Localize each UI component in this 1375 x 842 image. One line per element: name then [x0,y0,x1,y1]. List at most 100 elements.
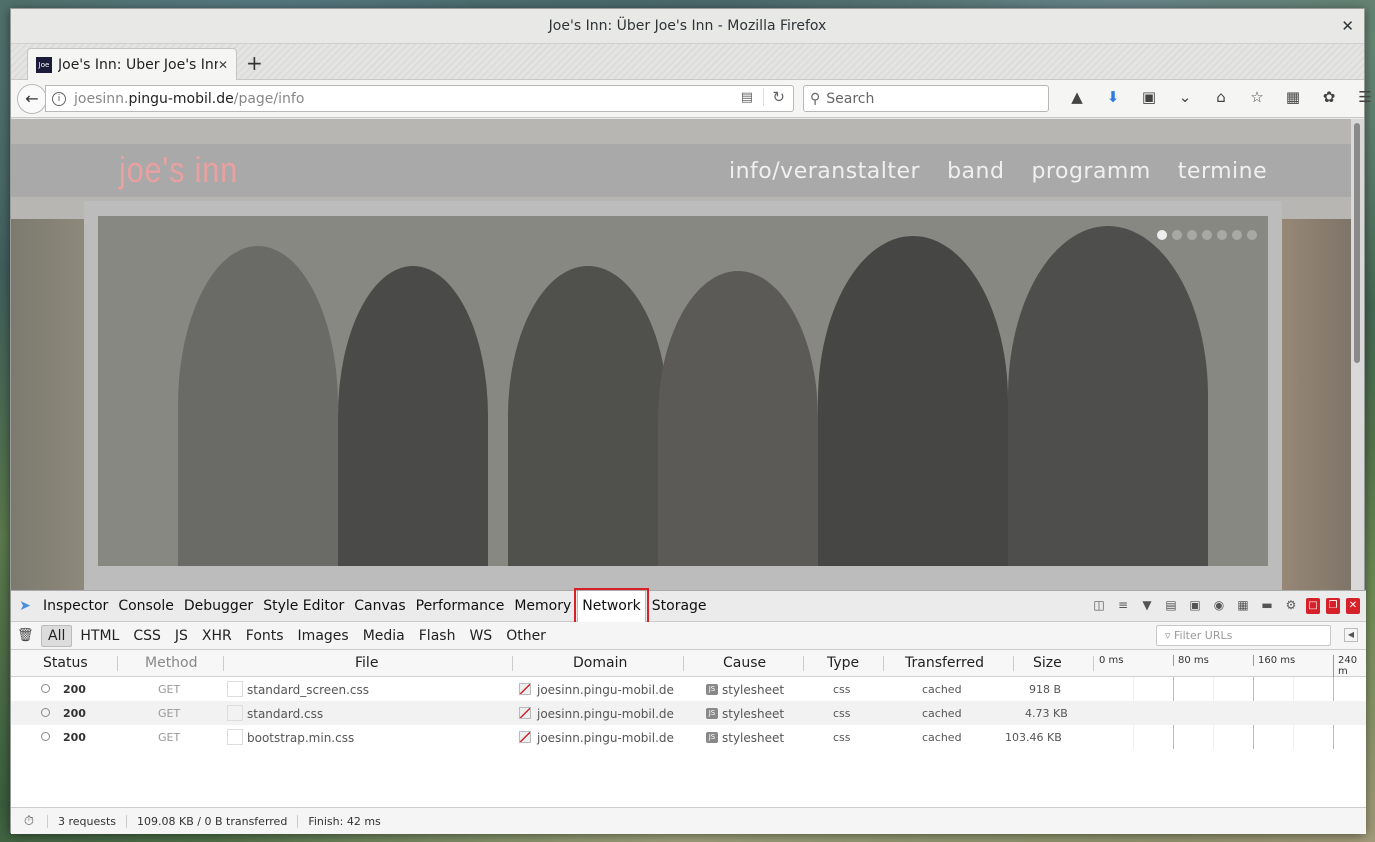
col-transferred[interactable]: Transferred [905,655,984,671]
rulers-icon[interactable]: ▦ [1234,598,1252,614]
page-viewport: joe's inn info/veranstalter band program… [11,119,1353,590]
toggle-sidebar-icon[interactable]: ◀ [1344,628,1358,642]
row-type: css [833,731,851,744]
filter-media[interactable]: Media [357,626,411,646]
tab-label: Joe's Inn: Über Joe's Inn [58,56,218,73]
filter-flash[interactable]: Flash [413,626,462,646]
filter-html[interactable]: HTML [74,626,125,646]
settings-gear-icon[interactable]: ⚙ [1282,598,1300,614]
slider-dot[interactable] [1217,230,1227,240]
split-console-icon[interactable]: ≡ [1114,598,1132,614]
reader-view-icon[interactable]: ▤ [741,90,753,105]
col-cause[interactable]: Cause [723,655,766,671]
window-title: Joe's Inn: Über Joe's Inn - Mozilla Fire… [548,18,827,34]
tab-network[interactable]: Network [574,587,649,625]
slider-dot[interactable] [1232,230,1242,240]
private-hat-icon[interactable]: ▲ [1059,88,1095,106]
element-picker-icon[interactable]: ➤ [11,598,39,614]
col-file[interactable]: File [355,655,378,671]
tab-memory[interactable]: Memory [510,591,575,622]
slider-dot[interactable] [1157,230,1167,240]
window-close-button[interactable]: ✕ [1341,17,1354,35]
url-bar[interactable]: i joesinn.pingu-mobil.de/page/info ▤ ↻ [45,85,794,112]
nav-item-programm[interactable]: programm [1031,159,1150,184]
waterfall-tick: 80 ms [1173,655,1209,666]
browser-window: Joe's Inn: Über Joe's Inn - Mozilla Fire… [10,8,1372,834]
nav-item-termine[interactable]: termine [1178,159,1267,184]
screenshot-icon[interactable]: ▣ [1131,88,1167,106]
measure-icon[interactable]: ▬ [1258,598,1276,614]
row-status: 200 [63,731,86,744]
reload-icon[interactable]: ↻ [763,88,785,106]
site-logo[interactable]: joe's inn [119,149,238,191]
filter-all[interactable]: All [41,624,73,647]
col-divider [803,656,804,671]
request-row[interactable]: 200 GET standard_screen.css joesinn.ping… [11,677,1366,701]
pocket-icon[interactable]: ⌄ [1167,88,1203,106]
slider-dot[interactable] [1187,230,1197,240]
home-icon[interactable]: ⌂ [1203,88,1239,106]
performance-analysis-icon[interactable]: ⏱ [11,814,47,829]
waterfall-tick: 0 ms [1099,655,1124,666]
row-transferred: cached [922,683,962,696]
js-cause-icon: JS [706,732,718,743]
tab-strip: Joe Joe's Inn: Über Joe's Inn ✕ + [11,44,1364,80]
row-size: 103.46 KB [1005,731,1062,744]
browser-tab[interactable]: Joe Joe's Inn: Über Joe's Inn ✕ [27,48,237,80]
filter-other[interactable]: Other [500,626,552,646]
slider-dot[interactable] [1202,230,1212,240]
filter-images[interactable]: Images [292,626,355,646]
col-divider [512,656,513,671]
tab-canvas[interactable]: Canvas [350,591,409,622]
tab-console[interactable]: Console [114,591,178,622]
tab-close-icon[interactable]: ✕ [218,58,228,72]
tab-storage[interactable]: Storage [648,591,711,622]
band-photo-slider[interactable] [98,216,1268,566]
download-icon[interactable]: ⬇ [1095,88,1131,106]
frame-select-icon[interactable]: ◫ [1090,598,1108,614]
dock-window-icon[interactable]: ❐ [1326,598,1340,614]
extension-icon[interactable]: ✿ [1311,88,1347,106]
dock-bottom-icon[interactable]: □ [1306,598,1320,614]
filter-xhr[interactable]: XHR [196,626,238,646]
reading-list-icon[interactable]: ▦ [1275,88,1311,106]
menu-icon[interactable]: ☰ [1347,88,1375,106]
tab-inspector[interactable]: Inspector [39,591,112,622]
filter-js[interactable]: JS [169,626,194,646]
url-text: joesinn.pingu-mobil.de/page/info [74,91,304,107]
tab-performance[interactable]: Performance [412,591,509,622]
search-box[interactable]: ⚲ Search [803,85,1049,112]
col-domain[interactable]: Domain [573,655,627,671]
tab-style-editor[interactable]: Style Editor [259,591,348,622]
devtools-close-icon[interactable]: ✕ [1346,598,1360,614]
col-type[interactable]: Type [827,655,859,671]
nav-item-info[interactable]: info/veranstalter [729,159,920,184]
col-status[interactable]: Status [43,655,88,671]
request-count: 3 requests [47,814,126,828]
responsive-design-icon[interactable]: ▣ [1186,598,1204,614]
screenshot-icon[interactable]: ◉ [1210,598,1228,614]
filter-fonts[interactable]: Fonts [240,626,290,646]
tab-debugger[interactable]: Debugger [180,591,257,622]
bookmark-star-icon[interactable]: ☆ [1239,88,1275,106]
slider-dot[interactable] [1172,230,1182,240]
slider-dot[interactable] [1247,230,1257,240]
new-tab-button[interactable]: + [246,51,263,75]
back-button[interactable]: ← [17,83,47,114]
status-dot-icon [41,732,50,741]
filter-ws[interactable]: WS [463,626,498,646]
filter-css[interactable]: CSS [127,626,167,646]
col-method[interactable]: Method [145,655,198,671]
site-info-icon[interactable]: i [52,91,66,106]
filter-urls-input[interactable]: ▿ Filter URLs [1156,625,1331,646]
clear-trash-icon[interactable]: 🗑 [17,628,41,643]
col-size[interactable]: Size [1033,655,1062,671]
nav-item-band[interactable]: band [947,159,1004,184]
scratchpad-icon[interactable]: ▤ [1162,598,1180,614]
paint-flash-icon[interactable]: ▼ [1138,598,1156,614]
page-scrollbar[interactable] [1351,119,1364,590]
request-row[interactable]: 200 GET bootstrap.min.css joesinn.pingu-… [11,725,1366,749]
js-cause-icon: JS [706,708,718,719]
scrollbar-thumb[interactable] [1354,123,1360,363]
request-row[interactable]: 200 GET standard.css joesinn.pingu-mobil… [11,701,1366,725]
